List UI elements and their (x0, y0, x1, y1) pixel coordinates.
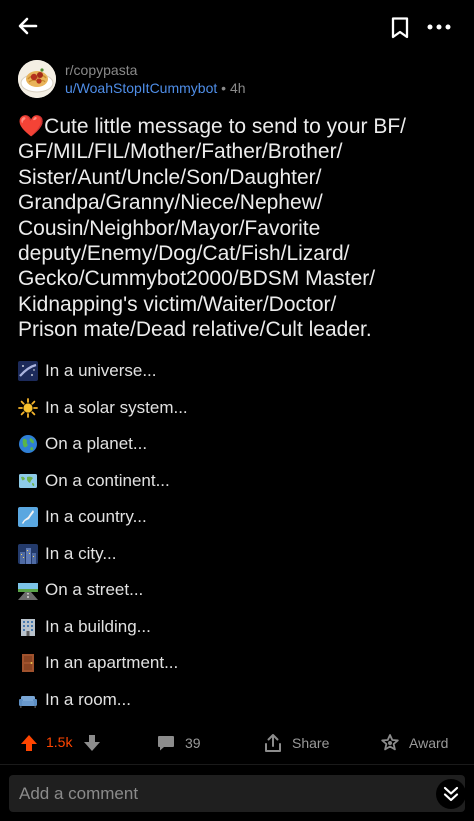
divider (0, 764, 474, 765)
collapse-comments-button[interactable] (436, 779, 466, 809)
heart-icon: ❤️ (18, 115, 45, 138)
title-line: Prison mate/Dead relative/Cult leader. (18, 318, 372, 342)
list-item-text: On a planet... (45, 434, 148, 454)
night-city-icon (18, 543, 38, 564)
award-icon (381, 734, 399, 751)
list-item: In a solar system... (18, 390, 458, 427)
list-item-text: In a universe... (45, 361, 157, 381)
list-item-text: In a room... (45, 689, 131, 709)
subreddit-name[interactable]: r/copypasta (65, 62, 137, 78)
list-item-text: In a country... (45, 507, 147, 527)
more-horizontal-icon (427, 24, 451, 30)
award-button[interactable]: Award (380, 730, 448, 756)
upvote-button[interactable] (19, 733, 39, 753)
title-line: Gecko/Cummybot2000/BDSM Master/ (18, 267, 376, 291)
share-button[interactable]: Share (263, 730, 329, 756)
more-options-button[interactable] (424, 14, 454, 40)
map-of-japan-icon (18, 507, 38, 528)
door-icon (22, 654, 34, 673)
globe-icon (19, 435, 37, 454)
vote-count: 1.5k (46, 734, 73, 750)
comment-bubble-icon (158, 736, 174, 751)
subreddit-avatar[interactable] (18, 60, 56, 98)
share-icon (265, 734, 281, 752)
comments-button[interactable]: 39 (156, 730, 201, 756)
list-item-text: On a continent... (45, 470, 170, 490)
add-comment-field[interactable]: Add a comment (9, 775, 466, 812)
share-label: Share (292, 735, 330, 751)
title-line: GF/MIL/FIL/Mother/Father/Brother/ (18, 140, 343, 164)
motorway-icon (18, 583, 38, 601)
list-item: On a street... (18, 572, 458, 609)
title-line: Cousin/Neighbor/Mayor/Favorite (18, 216, 321, 240)
list-item-text: In an apartment... (45, 653, 179, 673)
list-item: On a continent... (18, 463, 458, 500)
post-age: 4h (229, 80, 246, 96)
meta-separator: • (221, 80, 227, 96)
comment-count: 39 (185, 735, 201, 751)
award-label: Award (409, 735, 449, 751)
world-map-icon (19, 473, 37, 488)
title-line: Sister/Aunt/Uncle/Son/Daughter/ (18, 165, 322, 189)
back-button[interactable] (14, 12, 42, 40)
list-item-text: In a building... (45, 616, 151, 636)
list-item: In a building... (18, 609, 458, 646)
double-chevron-down-icon (443, 786, 459, 802)
downvote-arrow-icon (84, 735, 100, 751)
post-body: In a universe... In a solar system... On… (18, 353, 458, 718)
save-post-button[interactable] (388, 14, 412, 42)
author-link[interactable]: u/WoahStopItCummybot (65, 80, 217, 96)
milky-way-icon (18, 361, 38, 382)
post-header: r/copypasta u/WoahStopItCummybot • 4h (18, 60, 458, 102)
downvote-button[interactable] (82, 733, 102, 753)
post-title: ❤️Cute little message to send to your BF… (18, 114, 463, 343)
bookmark-icon (391, 17, 409, 39)
arrow-left-icon (18, 17, 38, 35)
list-item: In a city... (18, 536, 458, 573)
comment-placeholder: Add a comment (19, 784, 139, 803)
list-item: In a country... (18, 499, 458, 536)
list-item-text: On a street... (45, 580, 144, 600)
list-item-text: In a city... (45, 543, 117, 563)
list-item: In an apartment... (18, 645, 458, 682)
spaghetti-icon (18, 60, 56, 98)
post-meta: u/WoahStopItCummybot • 4h (65, 80, 246, 96)
title-line: Kidnapping's victim/Waiter/Doctor/ (18, 292, 337, 316)
couch-icon (19, 695, 37, 708)
list-item: On a planet... (18, 426, 458, 463)
post-action-bar: 1.5k 39 Share Award (0, 724, 474, 762)
sun-icon (18, 397, 38, 418)
list-item: In a room... (18, 682, 458, 719)
upvote-arrow-icon (21, 735, 37, 751)
list-item-text: In a solar system... (45, 397, 188, 417)
top-bar (0, 0, 474, 52)
title-line: deputy/Enemy/Dog/Cat/Fish/Lizard/ (18, 242, 350, 266)
title-line: Cute little message to send to your BF/ (44, 115, 406, 138)
title-line: Grandpa/Granny/Niece/Nephew/ (18, 191, 323, 215)
office-building-icon (21, 618, 35, 636)
list-item: In a universe... (18, 353, 458, 390)
